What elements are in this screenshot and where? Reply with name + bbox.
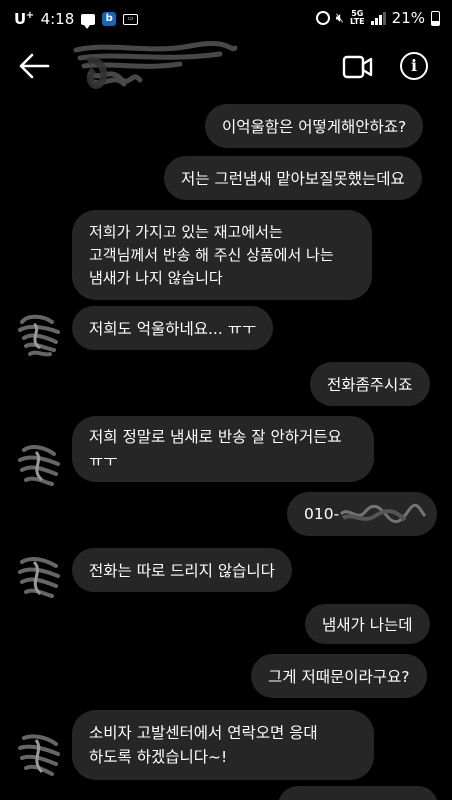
back-arrow-icon[interactable]	[18, 52, 50, 80]
carrier-label: U+	[14, 10, 34, 28]
message-text: 저는 그런냄새 맡아보질못했는데요	[181, 170, 405, 188]
b-app-icon: b	[102, 12, 117, 26]
alarm-icon	[315, 11, 330, 25]
status-time: 4:18	[40, 10, 75, 28]
battery-percent: 21%	[391, 9, 425, 27]
message-text: 저희가 가지고 있는 재고에서는	[89, 222, 283, 241]
message-bubble-received[interactable]: 저희 정말로 냄새로 반송 잘 안하거든요 ㅠㅜ	[72, 416, 374, 482]
avatar	[18, 445, 60, 486]
avatar	[18, 314, 60, 357]
message-bubble-received[interactable]: 소비자 고발센터에서 연락오면 응대 하도록 하겠습니다~!	[72, 710, 374, 780]
message-text: 저희 정말로 냄새로 반송 잘 안하거든요	[89, 428, 342, 446]
message-bubble-sent[interactable]: 냄새가 나는데	[305, 604, 430, 644]
message-bubble-sent-partial[interactable]	[278, 786, 438, 800]
contact-name[interactable]	[70, 40, 240, 90]
message-text: 010-	[304, 505, 340, 523]
status-bar: U+ 4:18 b ▭ 🔇︎ 5G LTE 21%	[0, 0, 452, 40]
message-text: ㅠㅜ	[89, 452, 118, 470]
message-text: 냄새가 나는데	[322, 616, 413, 634]
message-bubble-received[interactable]: 저희도 억울하네요... ㅠㅜ	[72, 306, 274, 350]
avatar	[18, 734, 60, 776]
message-bubble-sent[interactable]: 전화좀주시죠	[310, 362, 430, 406]
chat-screen: U+ 4:18 b ▭ 🔇︎ 5G LTE 21% i 이억울함은 어떻게해안하…	[0, 0, 452, 800]
badge-icon: ▭	[123, 13, 139, 25]
message-bubble-received[interactable]: 전화는 따로 드리지 않습니다	[72, 548, 292, 592]
phone-number-redaction	[339, 503, 427, 524]
avatar	[18, 557, 60, 598]
signal-icon	[370, 11, 386, 25]
message-text: 전화좀주시죠	[327, 376, 413, 394]
chat-header: i	[0, 40, 452, 92]
message-text: 고객님께서 반송 해 주신 상품에서 나는	[89, 245, 334, 264]
message-text: 냄새가 나지 않습니다	[89, 268, 223, 287]
chat-bubble-icon	[81, 13, 96, 29]
message-text: 소비자 고발센터에서 연락오면 응대	[89, 724, 318, 742]
info-icon[interactable]: i	[400, 52, 428, 80]
video-camera-icon[interactable]	[342, 54, 374, 80]
mute-icon: 🔇︎	[335, 10, 344, 26]
message-bubble-sent[interactable]: 저는 그런냄새 맡아보질못했는데요	[164, 156, 422, 200]
message-text: 전화는 따로 드리지 않습니다	[89, 562, 275, 580]
message-text: 그게 저때문이라구요?	[268, 668, 410, 686]
battery-icon	[431, 10, 440, 26]
lte-icon: 5G LTE	[349, 9, 365, 26]
message-bubble-received[interactable]: 저희가 가지고 있는 재고에서는 고객님께서 반송 해 주신 상품에서 나는 냄…	[72, 210, 372, 300]
message-text: 저희도 억울하네요... ㅠㅜ	[89, 320, 257, 338]
message-text: 하도록 하겠습니다~!	[89, 748, 228, 766]
message-bubble-sent[interactable]: 010-	[287, 492, 437, 536]
message-text: 이억울함은 어떻게해안하죠?	[222, 118, 407, 136]
message-bubble-sent[interactable]: 이억울함은 어떻게해안하죠?	[205, 104, 424, 148]
message-bubble-sent[interactable]: 그게 저때문이라구요?	[251, 654, 427, 698]
